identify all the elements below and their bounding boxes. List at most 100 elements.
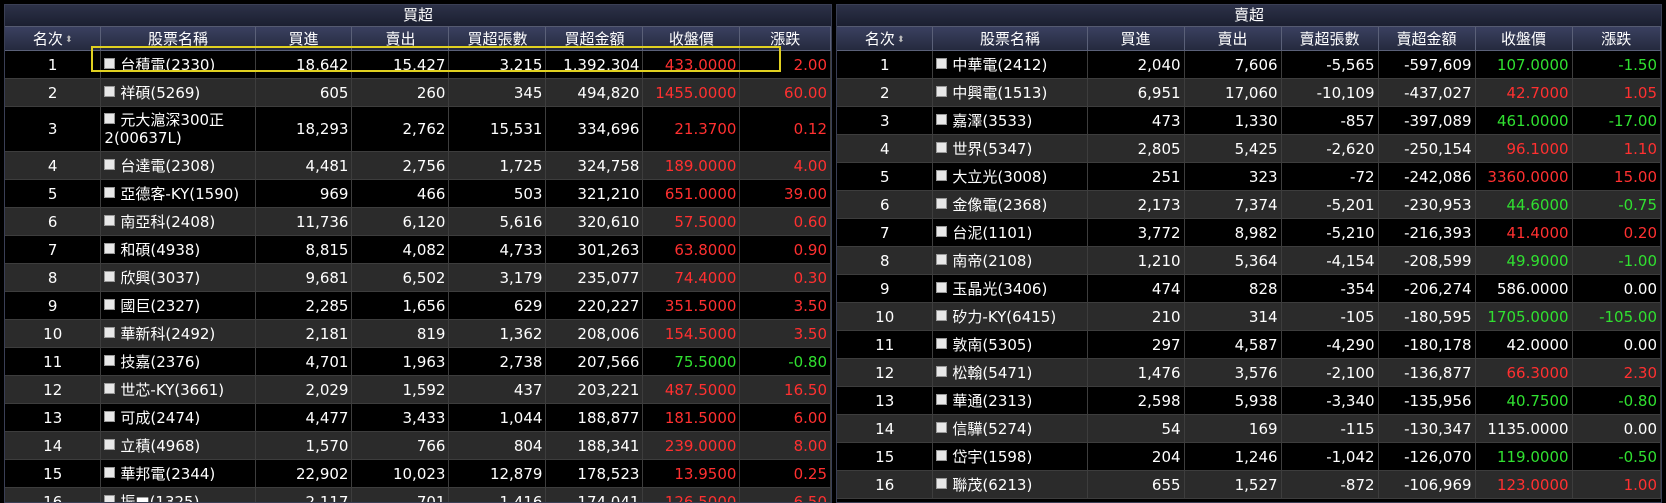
table-row[interactable]: 12 世芯-KY(3661) 2,029 1,592 437 203,221 487.500…: [5, 375, 831, 404]
row-checkbox[interactable]: [104, 298, 116, 310]
table-row[interactable]: 13 可成(2474) 4,477 3,433 1,044 188,877 181.5000…: [5, 403, 831, 432]
buy-volume-cell: 969: [255, 179, 353, 208]
row-checkbox[interactable]: [936, 477, 948, 489]
row-checkbox[interactable]: [104, 242, 116, 254]
stock-name-text: 聯茂(6213): [952, 475, 1033, 494]
row-checkbox[interactable]: [104, 57, 116, 69]
table-row[interactable]: 16 振■(1325) 2,117 701 1,416 174,041 126.5000 6.…: [5, 487, 831, 502]
net-amount-cell: -208,599: [1378, 246, 1476, 275]
row-checkbox[interactable]: [936, 449, 948, 461]
rank-cell: 6: [837, 190, 934, 219]
col-change-header[interactable]: 漲跌: [1572, 27, 1661, 51]
row-checkbox[interactable]: [936, 421, 948, 433]
row-checkbox[interactable]: [104, 382, 116, 394]
table-row[interactable]: 15 岱宇(1598) 204 1,246 -1,042 -126,070 119.0000…: [837, 442, 1661, 471]
table-row[interactable]: 11 技嘉(2376) 4,701 1,963 2,738 207,566 75.5000-…: [5, 347, 831, 376]
table-row[interactable]: 4 台達電(2308) 4,481 2,756 1,725 324,758 189.0000…: [5, 151, 831, 180]
rank-cell: 3: [837, 106, 934, 135]
table-row[interactable]: 3 元大滬深300正2(00637L) 18,293 2,762 15,531 334,6…: [5, 106, 831, 152]
table-row[interactable]: 1 台積電(2330) 18,642 15,427 3,215 1,392,304 433.…: [5, 50, 831, 79]
row-checkbox[interactable]: [104, 410, 116, 422]
col-name-header[interactable]: 股票名稱: [932, 27, 1088, 51]
row-checkbox[interactable]: [936, 393, 948, 405]
table-row[interactable]: 11 敦南(5305) 297 4,587 -4,290 -180,178 42.0000 0…: [837, 330, 1661, 359]
sell-volume-cell: 10,023: [351, 459, 450, 488]
rank-cell: 8: [837, 246, 934, 275]
row-checkbox[interactable]: [936, 337, 948, 349]
row-checkbox[interactable]: [104, 186, 116, 198]
table-row[interactable]: 7 和碩(4938) 8,815 4,082 4,733 301,263 63.8000 0.…: [5, 235, 831, 264]
col-change-header[interactable]: 漲跌: [739, 27, 831, 51]
buy-volume-cell: 297: [1087, 330, 1185, 359]
row-checkbox[interactable]: [936, 253, 948, 265]
close-price-cell: 239.0000: [642, 431, 741, 460]
col-amount-header[interactable]: 買超金額: [545, 27, 644, 51]
col-buy-header[interactable]: 買進: [1087, 27, 1185, 51]
row-checkbox[interactable]: [104, 466, 116, 478]
col-rank-header[interactable]: 名次 ⬍: [837, 27, 934, 51]
price-change-cell: 0.25: [739, 459, 831, 488]
table-row[interactable]: 13 華通(2313) 2,598 5,938 -3,340 -135,956 40.750…: [837, 386, 1661, 415]
table-row[interactable]: 7 台泥(1101) 3,772 8,982 -5,210 -216,393 41.4000…: [837, 218, 1661, 247]
col-net-header[interactable]: 買超張數: [448, 27, 547, 51]
col-close-header[interactable]: 收盤價: [1475, 27, 1573, 51]
price-change-cell: 0.00: [1572, 330, 1661, 359]
row-checkbox[interactable]: [104, 85, 116, 97]
table-row[interactable]: 5 大立光(3008) 251 323 -72 -242,086 3360.0000 15.0…: [837, 162, 1661, 191]
sell-volume-cell: 766: [351, 431, 450, 460]
table-row[interactable]: 10 華新科(2492) 2,181 819 1,362 208,006 154.5000 3…: [5, 319, 831, 348]
stock-name-cell: 華新科(2492): [100, 319, 256, 348]
row-checkbox[interactable]: [936, 169, 948, 181]
row-checkbox[interactable]: [936, 197, 948, 209]
table-row[interactable]: 3 嘉澤(3533) 473 1,330 -857 -397,089 461.0000 -17…: [837, 106, 1661, 135]
row-checkbox[interactable]: [104, 158, 116, 170]
sell-volume-cell: 2,762: [351, 106, 450, 152]
table-row[interactable]: 9 國巨(2327) 2,285 1,656 629 220,227 351.5000 3.5…: [5, 291, 831, 320]
row-checkbox[interactable]: [104, 326, 116, 338]
table-row[interactable]: 8 欣興(3037) 9,681 6,502 3,179 235,077 74.4000 0.…: [5, 263, 831, 292]
col-rank-header[interactable]: 名次 ⬍: [5, 27, 102, 51]
col-sell-header[interactable]: 賣出: [351, 27, 450, 51]
row-checkbox[interactable]: [936, 57, 948, 69]
col-buy-header[interactable]: 買進: [255, 27, 353, 51]
table-row[interactable]: 9 玉晶光(3406) 474 828 -354 -206,274 586.0000 0.00: [837, 274, 1661, 303]
row-checkbox[interactable]: [104, 494, 116, 502]
row-checkbox[interactable]: [104, 113, 116, 124]
table-row[interactable]: 16 聯茂(6213) 655 1,527 -872 -106,969 123.0000 1.…: [837, 470, 1661, 499]
row-checkbox[interactable]: [104, 438, 116, 450]
table-row[interactable]: 14 信驊(5274) 54 169 -115 -130,347 1135.0000 0.00: [837, 414, 1661, 443]
row-checkbox[interactable]: [936, 365, 948, 377]
col-name-header[interactable]: 股票名稱: [100, 27, 256, 51]
table-row[interactable]: 4 世界(5347) 2,805 5,425 -2,620 -250,154 96.1000…: [837, 134, 1661, 163]
table-row[interactable]: 2 中興電(1513) 6,951 17,060 -10,109 -437,027 42.7…: [837, 78, 1661, 107]
table-row[interactable]: 5 亞德客-KY(1590) 969 466 503 321,210 651.0000 39.…: [5, 179, 831, 208]
row-checkbox[interactable]: [936, 113, 948, 125]
buy-volume-cell: 2,117: [255, 487, 353, 502]
table-row[interactable]: 6 金像電(2368) 2,173 7,374 -5,201 -230,953 44.600…: [837, 190, 1661, 219]
row-checkbox[interactable]: [104, 354, 116, 366]
row-checkbox[interactable]: [936, 85, 948, 97]
table-row[interactable]: 6 南亞科(2408) 11,736 6,120 5,616 320,610 57.5000…: [5, 207, 831, 236]
close-price-cell: 1705.0000: [1475, 302, 1573, 331]
table-row[interactable]: 10 矽力-KY(6415) 210 314 -105 -180,595 1705.0000…: [837, 302, 1661, 331]
col-sell-header[interactable]: 賣出: [1184, 27, 1282, 51]
table-row[interactable]: 12 松翰(5471) 1,476 3,576 -2,100 -136,877 66.300…: [837, 358, 1661, 387]
table-row[interactable]: 2 祥碩(5269) 605 260 345 494,820 1455.0000 60.00: [5, 78, 831, 107]
row-checkbox[interactable]: [936, 309, 948, 321]
buy-volume-cell: 204: [1087, 442, 1185, 471]
row-checkbox[interactable]: [104, 270, 116, 282]
table-row[interactable]: 14 立積(4968) 1,570 766 804 188,341 239.0000 8.00: [5, 431, 831, 460]
row-checkbox[interactable]: [104, 214, 116, 226]
col-close-header[interactable]: 收盤價: [642, 27, 741, 51]
row-checkbox[interactable]: [936, 141, 948, 153]
table-row[interactable]: 15 華邦電(2344) 22,902 10,023 12,879 178,523 13.9…: [5, 459, 831, 488]
col-amount-header[interactable]: 賣超金額: [1378, 27, 1476, 51]
table-row[interactable]: 8 南帝(2108) 1,210 5,364 -4,154 -208,599 49.9000…: [837, 246, 1661, 275]
rank-cell: 8: [5, 263, 102, 292]
table-row[interactable]: 1 中華電(2412) 2,040 7,606 -5,565 -597,609 107.00…: [837, 50, 1661, 79]
buy-volume-cell: 1,476: [1087, 358, 1185, 387]
row-checkbox[interactable]: [936, 281, 948, 293]
row-checkbox[interactable]: [936, 225, 948, 237]
net-amount-cell: 207,566: [545, 347, 644, 376]
col-net-header[interactable]: 賣超張數: [1281, 27, 1379, 51]
